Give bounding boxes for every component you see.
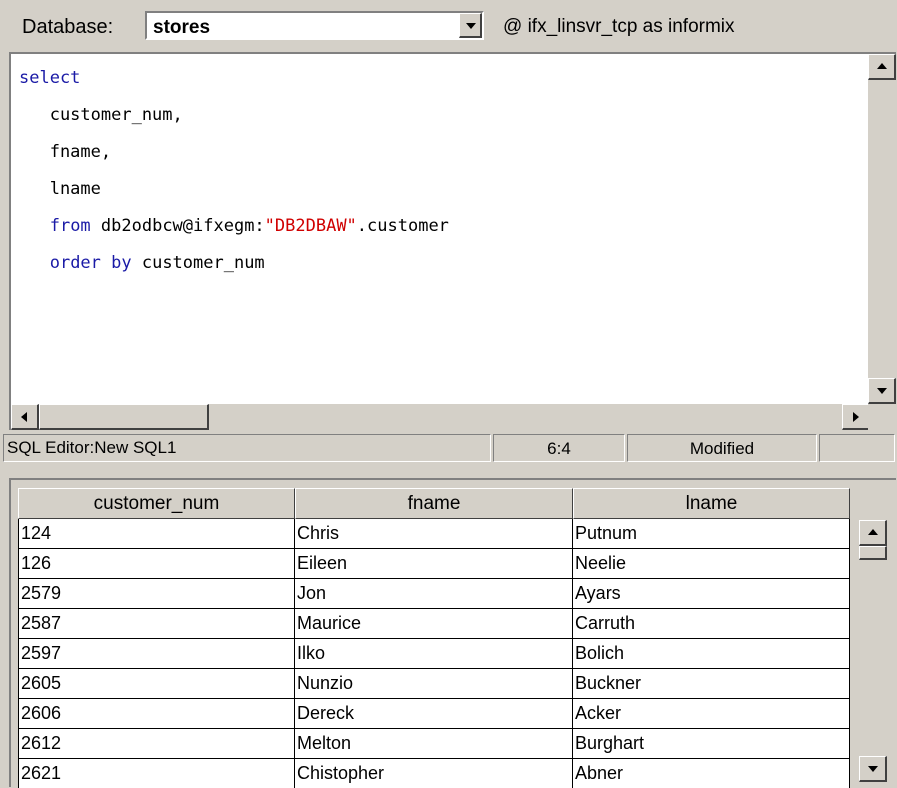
- scroll-up-button[interactable]: [859, 520, 887, 546]
- cell-customer_num[interactable]: 124: [18, 519, 295, 549]
- vertical-scroll-thumb[interactable]: [859, 546, 887, 560]
- column-header-lname[interactable]: lname: [573, 488, 850, 519]
- database-select-value: stores: [153, 17, 211, 38]
- sql-string: "DB2DBAW": [264, 216, 357, 236]
- code-line[interactable]: from db2odbcw@ifxegm:"DB2DBAW".customer: [19, 208, 449, 245]
- cell-fname[interactable]: Jon: [295, 579, 573, 609]
- results-pane: customer_num fname lname 124 Chris Putnum 126 E…: [9, 478, 896, 788]
- connection-info: @ ifx_linsvr_tcp as informix: [503, 16, 735, 37]
- code-line[interactable]: order by customer_num: [19, 245, 449, 282]
- sql-text: customer_num: [131, 253, 265, 273]
- scroll-down-button[interactable]: [859, 756, 887, 782]
- sql-keyword: from: [49, 216, 91, 236]
- sql-text: .customer: [356, 216, 449, 236]
- cell-customer_num[interactable]: 2597: [18, 639, 295, 669]
- cursor-position: 6:4: [547, 439, 571, 458]
- database-select[interactable]: stores: [145, 11, 484, 40]
- arrow-up-icon: [868, 529, 878, 535]
- column-header-fname[interactable]: fname: [295, 488, 573, 519]
- cell-customer_num[interactable]: 2606: [18, 699, 295, 729]
- status-panel-extra: [819, 434, 895, 462]
- arrow-right-icon: [853, 412, 859, 422]
- column-header-customer_num[interactable]: customer_num: [18, 488, 295, 519]
- cell-lname[interactable]: Ayars: [573, 579, 850, 609]
- code-line[interactable]: customer_num,: [19, 97, 449, 134]
- scroll-up-button[interactable]: [868, 54, 896, 80]
- cell-fname[interactable]: Dereck: [295, 699, 573, 729]
- arrow-up-icon: [877, 63, 887, 69]
- cell-lname[interactable]: Burghart: [573, 729, 850, 759]
- cell-customer_num[interactable]: 2605: [18, 669, 295, 699]
- sql-text: fname,: [19, 142, 112, 162]
- arrow-down-icon: [877, 388, 887, 394]
- status-panel-state: Modified: [627, 434, 817, 462]
- results-vertical-scrollbar[interactable]: [859, 520, 887, 782]
- scroll-down-button[interactable]: [868, 378, 896, 404]
- editor-vertical-scrollbar[interactable]: [868, 54, 896, 404]
- cell-fname[interactable]: Maurice: [295, 609, 573, 639]
- modified-status: Modified: [689, 439, 755, 458]
- cell-customer_num[interactable]: 2621: [18, 759, 295, 788]
- cell-customer_num[interactable]: 2587: [18, 609, 295, 639]
- scrollbar-corner: [868, 404, 896, 430]
- cell-customer_num[interactable]: 2612: [18, 729, 295, 759]
- cell-fname[interactable]: Melton: [295, 729, 573, 759]
- sql-keyword: select: [19, 68, 81, 88]
- scroll-left-button[interactable]: [11, 404, 39, 430]
- chevron-down-icon: [466, 23, 476, 29]
- cell-lname[interactable]: Bolich: [573, 639, 850, 669]
- cell-fname[interactable]: Nunzio: [295, 669, 573, 699]
- database-bar: Database: stores @ ifx_linsvr_tcp as inf…: [0, 0, 897, 52]
- cell-fname[interactable]: Eileen: [295, 549, 573, 579]
- status-panel-title: SQL Editor:New SQL1: [3, 434, 491, 462]
- sql-keyword: order by: [49, 253, 132, 273]
- editor-horizontal-scrollbar[interactable]: [11, 404, 870, 430]
- cell-customer_num[interactable]: 2579: [18, 579, 295, 609]
- cell-lname[interactable]: Carruth: [573, 609, 850, 639]
- horizontal-scroll-thumb[interactable]: [39, 404, 209, 430]
- code-line[interactable]: select: [19, 60, 449, 97]
- results-grid[interactable]: customer_num fname lname 124 Chris Putnum 126 E…: [18, 488, 850, 788]
- scroll-right-button[interactable]: [842, 404, 870, 430]
- cell-lname[interactable]: Neelie: [573, 549, 850, 579]
- database-label: Database:: [22, 16, 114, 38]
- sql-text: db2odbcw@ifxegm:: [90, 216, 265, 236]
- arrow-down-icon: [868, 766, 878, 772]
- cell-lname[interactable]: Abner: [573, 759, 850, 788]
- status-bar: SQL Editor:New SQL1 6:4 Modified: [0, 430, 897, 466]
- arrow-left-icon: [21, 412, 27, 422]
- cell-lname[interactable]: Buckner: [573, 669, 850, 699]
- sql-editor[interactable]: select customer_num, fname, lname from d…: [9, 52, 896, 430]
- cell-fname[interactable]: Ilko: [295, 639, 573, 669]
- code-line[interactable]: lname: [19, 171, 449, 208]
- sql-code[interactable]: select customer_num, fname, lname from d…: [19, 60, 449, 282]
- database-dropdown-button[interactable]: [459, 13, 482, 38]
- cell-fname[interactable]: Chris: [295, 519, 573, 549]
- sql-text: lname: [19, 179, 101, 199]
- code-line[interactable]: fname,: [19, 134, 449, 171]
- status-panel-position: 6:4: [493, 434, 625, 462]
- sql-text: customer_num,: [19, 105, 183, 125]
- cell-lname[interactable]: Putnum: [573, 519, 850, 549]
- cell-fname[interactable]: Chistopher: [295, 759, 573, 788]
- status-title: SQL Editor:New SQL1: [7, 438, 177, 457]
- cell-customer_num[interactable]: 126: [18, 549, 295, 579]
- cell-lname[interactable]: Acker: [573, 699, 850, 729]
